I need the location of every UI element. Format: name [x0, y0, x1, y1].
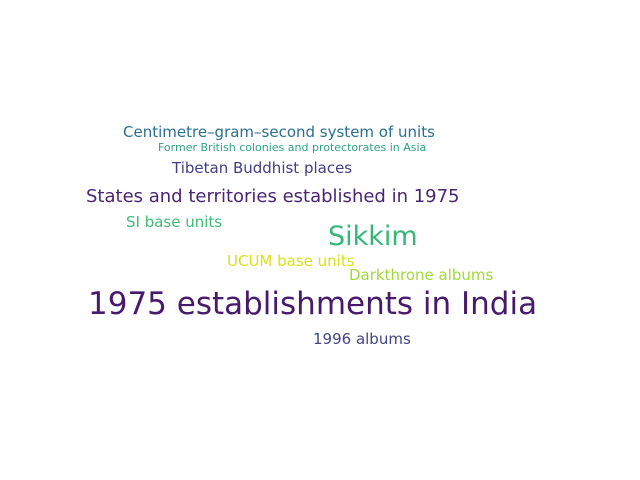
word-cloud: Centimetre–gram–second system of units F… — [0, 0, 640, 480]
word-si-base-units: SI base units — [126, 213, 223, 231]
word-1996-albums: 1996 albums — [313, 330, 411, 348]
word-tibetan-buddhist-places: Tibetan Buddhist places — [172, 159, 353, 177]
word-1975-establishments-in-india: 1975 establishments in India — [88, 286, 538, 322]
word-sikkim: Sikkim — [328, 221, 418, 252]
word-ucum-base-units: UCUM base units — [227, 252, 355, 270]
word-darkthrone-albums: Darkthrone albums — [349, 266, 494, 284]
word-centimetre-gram-second-system-of-units: Centimetre–gram–second system of units — [123, 123, 435, 141]
word-former-british-colonies-and-protectorates-in-asia: Former British colonies and protectorate… — [158, 141, 427, 154]
word-states-and-territories-established-in-1975: States and territories established in 19… — [86, 186, 460, 207]
